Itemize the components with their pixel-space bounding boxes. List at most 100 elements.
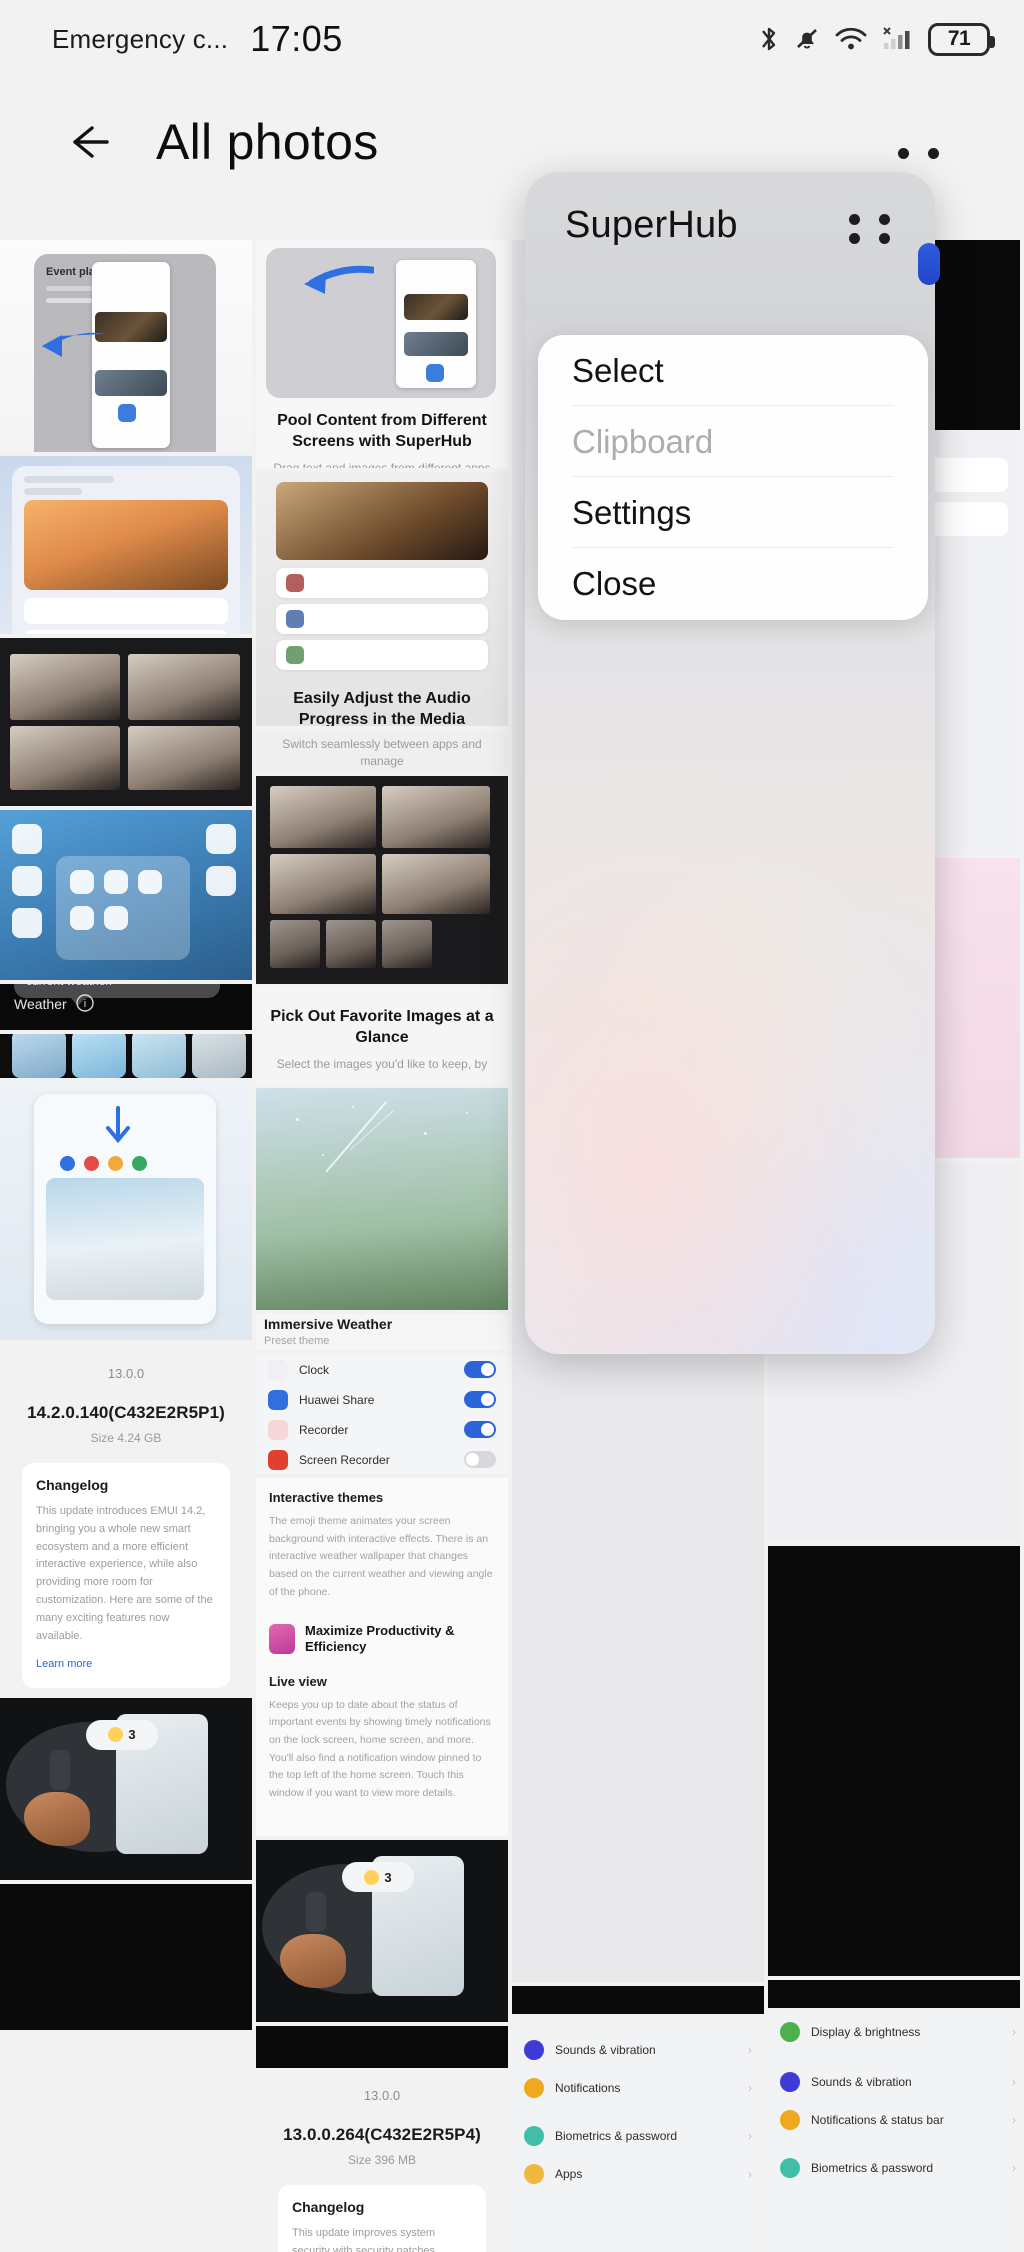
- phone-screen: Emergency c... 17:05 71 All photos Event…: [0, 0, 1024, 2252]
- clock-icon: [268, 1359, 288, 1380]
- settings-row[interactable]: Display & brightness ›: [780, 2018, 1016, 2045]
- apps-icon: [524, 2163, 544, 2184]
- settings-row[interactable]: Biometrics & password ›: [524, 2122, 752, 2149]
- svg-text:i: i: [84, 998, 86, 1010]
- settings-row[interactable]: Sounds & vibration ›: [524, 2036, 752, 2063]
- thumbnail-immersive-weather[interactable]: [256, 1088, 508, 1310]
- update-card-a: 13.0.0 14.2.0.140(C432E2R5P1) Size 4.24 …: [0, 1344, 252, 1698]
- caption-title: Immersive Weather: [264, 1316, 393, 1332]
- snow-photo: [46, 1178, 204, 1300]
- thumbnail-black-b[interactable]: [256, 2026, 508, 2068]
- drag-arrow-icon: [42, 332, 106, 357]
- notifications-status-icon: [780, 2109, 800, 2130]
- thumbnail-photo-selection[interactable]: [0, 638, 252, 806]
- feature-title: Maximize Productivity & Efficiency: [305, 1623, 455, 1655]
- toggle-switch[interactable]: [464, 1361, 496, 1378]
- thumbnail-favorite-images[interactable]: [256, 776, 508, 984]
- thumbnail-tooltip-strip[interactable]: 'Live' changes based on the current weat…: [0, 984, 252, 1030]
- doc-body: Keeps you up to date about the status of…: [269, 1698, 491, 1799]
- doc-heading: Live view: [269, 1673, 327, 1689]
- caption-subtitle: Drag text and images from different apps…: [273, 461, 491, 468]
- toggle-switch[interactable]: [464, 1451, 496, 1468]
- battery-icon: 71: [928, 22, 995, 56]
- thumbnail-event-plan[interactable]: Event plan: [0, 240, 252, 452]
- settings-row[interactable]: Biometrics & password ›: [780, 2154, 1016, 2181]
- sounds-icon: [780, 2071, 800, 2092]
- thumbnail-feature-doc[interactable]: Interactive themes The emoji theme anima…: [256, 1478, 508, 1836]
- carrier-label: Emergency c...: [52, 23, 229, 54]
- screen-recorder-icon: [268, 1449, 288, 1470]
- thumbnail-dark-mid[interactable]: [768, 1546, 1020, 1976]
- settings-label: Biometrics & password: [811, 2160, 934, 2175]
- menu-item-clipboard: Clipboard: [572, 406, 894, 477]
- thumbnail-traffic-light-a[interactable]: 3: [0, 1697, 252, 1880]
- signal-no-service-icon: [883, 27, 910, 49]
- grid-column-1: Event plan Weather i 13.0.0 14.2.0.140(C…: [0, 240, 252, 2034]
- toggle-row[interactable]: Huawei Share: [268, 1386, 496, 1413]
- chevron-right-icon: ›: [748, 2166, 752, 2181]
- settings-row[interactable]: Sounds & vibration ›: [780, 2068, 1016, 2095]
- thumbnail-weather-chips[interactable]: [0, 1034, 252, 1078]
- update-size: Size 396 MB: [347, 2153, 417, 2167]
- menu-item-label: Select: [572, 351, 664, 389]
- superhub-drag-handle-outer[interactable]: [898, 148, 950, 168]
- settings-row[interactable]: Notifications & status bar ›: [780, 2106, 1016, 2133]
- changelog-body: This update introduces EMUI 14.2, bringi…: [36, 1505, 213, 1642]
- toggle-label: Recorder: [299, 1422, 349, 1437]
- status-icons: 71: [758, 22, 995, 56]
- menu-item-select[interactable]: Select: [572, 335, 894, 406]
- settings-label: Apps: [555, 2166, 583, 2181]
- traffic-countdown-badge: 3: [86, 1719, 158, 1750]
- blue-accent-edge: [918, 243, 940, 285]
- productivity-icon: [269, 1624, 295, 1655]
- thumbnail-superhub-promo[interactable]: Pool Content from Different Screens with…: [256, 240, 508, 468]
- menu-item-close[interactable]: Close: [572, 548, 894, 619]
- version-full: 13.0.0.264(C432E2R5P4): [283, 2125, 481, 2144]
- toggle-row[interactable]: Recorder: [268, 1416, 496, 1443]
- feature-row: Maximize Productivity & Efficiency: [269, 1623, 495, 1656]
- biometrics-icon: [524, 2125, 544, 2146]
- traffic-countdown-badge: 3: [342, 1862, 414, 1892]
- menu-item-settings[interactable]: Settings: [572, 477, 894, 548]
- update-card-b: 13.0.0 13.0.0.264(C432E2R5P4) Size 396 M…: [256, 2072, 508, 2252]
- bell-muted-icon: [797, 29, 817, 49]
- caption-subtitle: Preset theme: [264, 1335, 330, 1347]
- huawei-share-icon: [268, 1389, 288, 1410]
- drag-arrow-icon: [304, 265, 374, 294]
- thumbnail-traffic-light-b[interactable]: 3: [256, 1840, 508, 2022]
- battery-level: 71: [947, 27, 971, 50]
- toggle-row[interactable]: Screen Recorder: [268, 1446, 496, 1473]
- settings-row[interactable]: Apps ›: [524, 2160, 752, 2187]
- thumbnail-black-c[interactable]: [512, 1986, 764, 2014]
- clock-label: 17:05: [250, 18, 343, 59]
- sounds-icon: [524, 2039, 544, 2060]
- thumbnail-piano-media[interactable]: [0, 456, 252, 634]
- thumbnail-toggle-list[interactable]: Clock Huawei Share Recorder Screen Recor…: [256, 1354, 508, 1474]
- thumbnail-black-a[interactable]: [0, 1883, 252, 2030]
- settings-row[interactable]: Notifications ›: [524, 2074, 752, 2101]
- toggle-switch[interactable]: [464, 1391, 496, 1408]
- caption-subtitle: Select the images you'd like to keep, by: [276, 1057, 488, 1071]
- thumbnail-black-d[interactable]: [768, 1980, 1020, 2008]
- photo-chip: [95, 370, 167, 396]
- thumbnail-home-screen[interactable]: [0, 810, 252, 980]
- toggle-switch[interactable]: [464, 1421, 496, 1438]
- version-short: 13.0.0: [363, 2088, 401, 2103]
- notifications-icon: [524, 2077, 544, 2098]
- superhub-more-icon[interactable]: [849, 214, 901, 244]
- toggle-row[interactable]: Clock: [268, 1356, 496, 1383]
- thumbnail-settings-left[interactable]: Sounds & vibration › Notifications › Bio…: [512, 2018, 764, 2252]
- biometrics-icon: [780, 2157, 800, 2178]
- back-arrow-icon[interactable]: [62, 116, 114, 168]
- superhub-context-menu[interactable]: Select Clipboard Settings Close: [538, 335, 928, 620]
- learn-more-link[interactable]: Learn more: [36, 1658, 92, 1670]
- changelog-heading: Changelog: [292, 2199, 365, 2215]
- settings-label: Sounds & vibration: [811, 2074, 912, 2089]
- page-title: All photos: [156, 114, 379, 170]
- thumbnail-snow-share[interactable]: [0, 1082, 252, 1340]
- chevron-right-icon: ›: [1012, 2024, 1016, 2039]
- thumbnail-media-controller[interactable]: Easily Adjust the Audio Progress in the …: [256, 472, 508, 726]
- thumbnail-settings-right[interactable]: Display & brightness › Sounds & vibratio…: [768, 2012, 1020, 2252]
- weather-label: Weather: [14, 996, 67, 1012]
- info-icon[interactable]: i: [76, 994, 94, 1012]
